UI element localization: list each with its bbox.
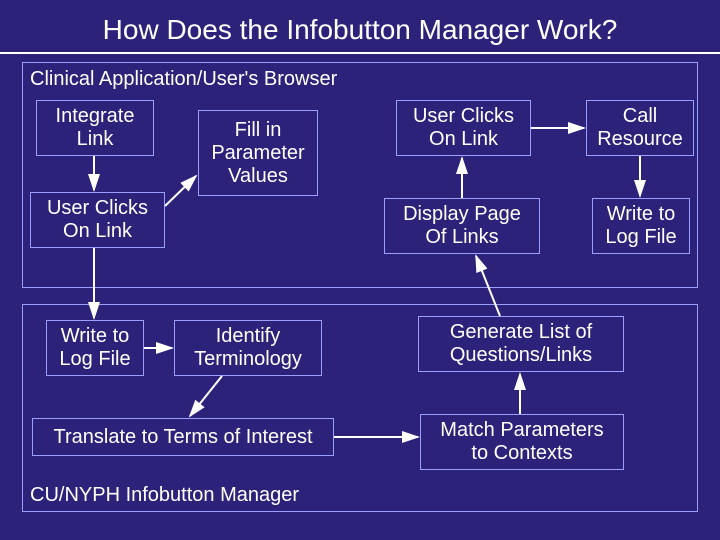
node-user-clicks-1: User ClicksOn Link	[30, 192, 165, 248]
frame-manager-label: CU/NYPH Infobutton Manager	[30, 484, 299, 507]
node-display-page: Display PageOf Links	[384, 198, 540, 254]
node-match-params: Match Parametersto Contexts	[420, 414, 624, 470]
node-integrate-link: IntegrateLink	[36, 100, 154, 156]
slide-title: How Does the Infobutton Manager Work?	[0, 14, 720, 54]
node-generate-list: Generate List ofQuestions/Links	[418, 316, 624, 372]
node-fill-params: Fill inParameterValues	[198, 110, 318, 196]
node-call-resource: CallResource	[586, 100, 694, 156]
node-identify-terminology: IdentifyTerminology	[174, 320, 322, 376]
node-write-log-2: Write toLog File	[46, 320, 144, 376]
node-user-clicks-2: User ClicksOn Link	[396, 100, 531, 156]
frame-browser	[22, 62, 698, 288]
frame-browser-label: Clinical Application/User's Browser	[30, 68, 337, 91]
node-translate: Translate to Terms of Interest	[32, 418, 334, 456]
node-write-log-1: Write toLog File	[592, 198, 690, 254]
